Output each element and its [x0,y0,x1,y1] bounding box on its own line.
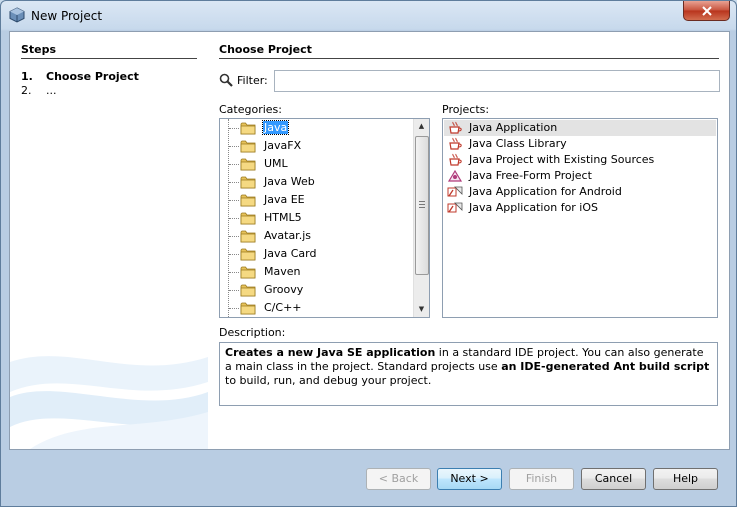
tree-connector [229,200,239,201]
category-label: Groovy [264,283,304,296]
category-item[interactable]: UML [220,155,410,173]
project-item[interactable]: Java Free-Form Project [444,168,716,184]
button-bar: < Back Next > Finish Cancel Help [1,449,736,506]
step-label: Choose Project [46,70,139,83]
steps-heading: Steps [21,43,197,59]
filter-row: Filter: [219,70,720,92]
project-label: Java Application for Android [469,185,622,198]
tree-connector [229,218,239,219]
tree-connector [229,290,239,291]
dialog-content: Steps 1. Choose Project 2.... Choose Proj… [9,31,730,450]
tree-connector [229,128,239,129]
project-item[interactable]: Java Project with Existing Sources [444,152,716,168]
category-label: Java [261,120,290,135]
project-item[interactable]: Java Application for Android [444,184,716,200]
ios-app-icon [447,201,463,218]
folder-icon [240,211,256,228]
project-label: Java Free-Form Project [469,169,592,182]
filter-label: Filter: [237,74,268,87]
step-number: 1. [21,70,33,83]
tree-connector [229,146,239,147]
category-item[interactable]: Avatar.js [220,227,410,245]
category-label: HTML5 [264,211,302,224]
folder-icon [240,139,256,156]
category-label: JavaFX [264,139,302,152]
tree-connector [229,308,239,309]
project-item[interactable]: Java Application [444,120,716,136]
description-box: Creates a new Java SE application in a s… [219,342,718,406]
project-label: Java Class Library [469,137,567,150]
choose-project-panel: Choose Project Filter: Categories: Proje… [219,32,729,449]
netbeans-cube-icon [9,7,25,23]
close-button[interactable] [683,1,730,21]
close-icon [701,5,712,16]
project-label: Java Application for iOS [469,201,599,214]
folder-icon [240,157,256,174]
step-1: 1. Choose Project [21,70,139,83]
categories-label: Categories: [219,103,282,116]
category-item[interactable]: Maven [220,263,410,281]
category-item[interactable]: HTML5 [220,209,410,227]
folder-icon [240,301,256,317]
projects-list[interactable]: Java Application Java Class Library Java P… [442,118,718,318]
project-item[interactable]: Java Class Library [444,136,716,152]
tree-connector [229,272,239,273]
folder-icon [240,193,256,210]
finish-button[interactable]: Finish [509,468,574,490]
panel-title: Choose Project [219,43,719,59]
window-title: New Project [31,9,103,23]
category-item[interactable]: Java Card [220,245,410,263]
categories-scrollbar[interactable]: ▲ ▼ [413,119,429,317]
project-label: Java Project with Existing Sources [469,153,655,166]
title-bar[interactable]: New Project [1,1,736,31]
netbeans-watermark-graphic [10,356,208,449]
tree-connector [229,236,239,237]
tree-connector [229,254,239,255]
category-label: UML [264,157,288,170]
folder-icon [240,283,256,300]
tree-connector [229,182,239,183]
folder-icon [240,175,256,192]
scroll-down-arrow-icon[interactable]: ▼ [414,302,429,317]
category-item[interactable]: Groovy [220,281,410,299]
step-number: 2. [21,84,32,97]
folder-icon [240,229,256,246]
folder-icon [240,121,256,138]
category-label: C/C++ [264,301,302,314]
tree-connector [229,164,239,165]
category-item[interactable]: Java Web [220,173,410,191]
steps-panel: Steps 1. Choose Project 2.... [10,32,208,449]
projects-label: Projects: [442,103,490,116]
folder-icon [240,265,256,282]
next-button[interactable]: Next > [437,468,502,490]
step-label: ... [46,84,57,97]
category-label: Avatar.js [264,229,311,242]
categories-tree[interactable]: Java JavaFX UML Java Web Java EE HTML5 Avatar.… [219,118,430,318]
category-label: Java Card [264,247,317,260]
category-item[interactable]: Java [220,119,410,137]
scroll-thumb[interactable] [415,136,429,275]
search-icon [219,73,233,87]
project-label: Java Application [469,121,558,134]
cancel-button[interactable]: Cancel [581,468,646,490]
project-item[interactable]: Java Application for iOS [444,200,716,216]
help-button[interactable]: Help [653,468,718,490]
description-text-2: to build, run, and debug your project. [225,374,432,387]
new-project-dialog: New Project Steps 1. Choose Project 2....… [0,0,737,507]
description-bold-2: an IDE-generated Ant build script [501,360,710,373]
filter-input[interactable] [274,70,720,92]
scroll-up-arrow-icon[interactable]: ▲ [414,119,429,134]
description-label: Description: [219,326,286,339]
step-2: 2.... [21,84,57,97]
description-bold-1: Creates a new Java SE application [225,346,436,359]
category-item[interactable]: JavaFX [220,137,410,155]
category-item[interactable]: Java EE [220,191,410,209]
category-item[interactable]: C/C++ [220,299,410,317]
folder-icon [240,247,256,264]
category-label: Java Web [264,175,315,188]
back-button[interactable]: < Back [366,468,431,490]
category-label: Maven [264,265,301,278]
category-label: Java EE [264,193,305,206]
